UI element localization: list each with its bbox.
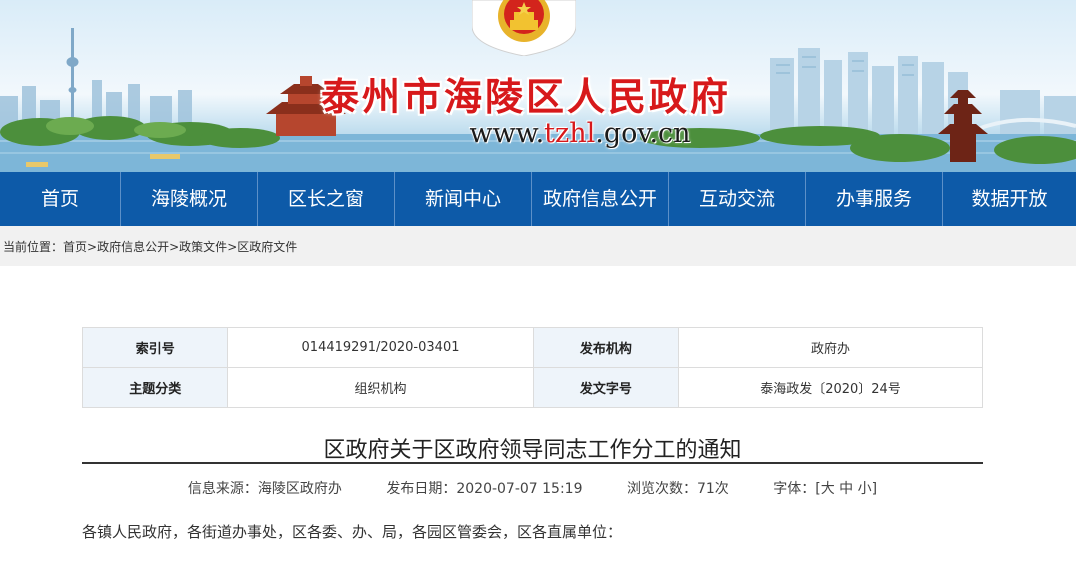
- breadcrumb: 当前位置：首页>政府信息公开>政策文件>区政府文件: [3, 238, 297, 255]
- table-row: 主题分类 组织机构 发文字号 泰海政发〔2020〕24号: [81, 367, 983, 408]
- breadcrumb-gov-info[interactable]: 政府信息公开: [97, 240, 169, 254]
- nav-item-mayor[interactable]: 区长之窗: [258, 172, 395, 226]
- nav-item-news[interactable]: 新闻中心: [395, 172, 532, 226]
- topic-value: 组织机构: [227, 367, 534, 408]
- font-size-label: 字体：[: [773, 481, 821, 497]
- breadcrumb-home[interactable]: 首页: [63, 240, 87, 254]
- site-url-prefix: www.: [469, 118, 545, 149]
- nav-item-services[interactable]: 办事服务: [806, 172, 943, 226]
- breadcrumb-separator: >: [87, 240, 98, 254]
- breadcrumb-prefix: 当前位置：: [3, 240, 64, 254]
- docno-value: 泰海政发〔2020〕24号: [678, 367, 983, 408]
- nav-item-home[interactable]: 首页: [0, 172, 121, 226]
- table-row: 索引号 014419291/2020-03401 发布机构 政府办: [81, 327, 983, 368]
- article-opening-line: 各镇人民政府，各街道办事处，区各委、办、局，各园区管委会，区各直属单位：: [82, 523, 623, 541]
- article-title: 区政府关于区政府领导同志工作分工的通知: [323, 438, 742, 463]
- national-emblem-icon: [472, 0, 576, 56]
- font-medium-button[interactable]: 中: [839, 481, 853, 497]
- font-small-button[interactable]: 小: [858, 481, 872, 497]
- font-size-switcher: 字体：[大 中 小]: [773, 481, 877, 497]
- nav-item-open-data[interactable]: 数据开放: [943, 172, 1076, 226]
- site-title: 泰州市海陵区人民政府: [320, 75, 731, 119]
- site-url-highlight: tzhl: [544, 118, 596, 149]
- article-source: 信息来源：海陵区政府办: [187, 481, 342, 497]
- publisher-label: 发布机构: [532, 327, 680, 368]
- nav-item-gov-info[interactable]: 政府信息公开: [532, 172, 669, 226]
- article-info-bar: 信息来源：海陵区政府办 发布日期：2020-07-07 15:19 浏览次数：7…: [82, 478, 983, 498]
- nav-item-interaction[interactable]: 互动交流: [669, 172, 806, 226]
- publisher-value: 政府办: [678, 327, 983, 368]
- nav-item-overview[interactable]: 海陵概况: [121, 172, 258, 226]
- article-date: 发布日期：2020-07-07 15:19: [386, 481, 583, 497]
- breadcrumb-policy-docs[interactable]: 政策文件: [179, 240, 227, 254]
- site-url-suffix: .gov.cn: [595, 118, 691, 149]
- font-large-button[interactable]: 大: [821, 481, 835, 497]
- main-nav: 首页 海陵概况 区长之窗 新闻中心 政府信息公开 互动交流 办事服务 数据开放: [0, 172, 1076, 226]
- breadcrumb-separator: >: [169, 240, 180, 254]
- breadcrumb-bar: 当前位置：首页>政府信息公开>政策文件>区政府文件: [0, 226, 1076, 266]
- breadcrumb-separator: >: [227, 240, 238, 254]
- article-views: 浏览次数：71次: [626, 481, 729, 497]
- index-label: 索引号: [81, 327, 229, 368]
- site-url[interactable]: www.tzhl.gov.cn: [42, 118, 1076, 149]
- document-meta-table: 索引号 014419291/2020-03401 发布机构 政府办 主题分类 组…: [81, 327, 983, 408]
- docno-label: 发文字号: [532, 367, 680, 408]
- site-banner: 泰州市海陵区人民政府 www.tzhl.gov.cn: [0, 0, 1076, 172]
- breadcrumb-district-docs[interactable]: 区政府文件: [237, 240, 297, 254]
- index-value: 014419291/2020-03401: [227, 327, 534, 368]
- font-size-end: ]: [871, 481, 878, 497]
- topic-label: 主题分类: [81, 367, 229, 408]
- title-divider: [82, 462, 983, 464]
